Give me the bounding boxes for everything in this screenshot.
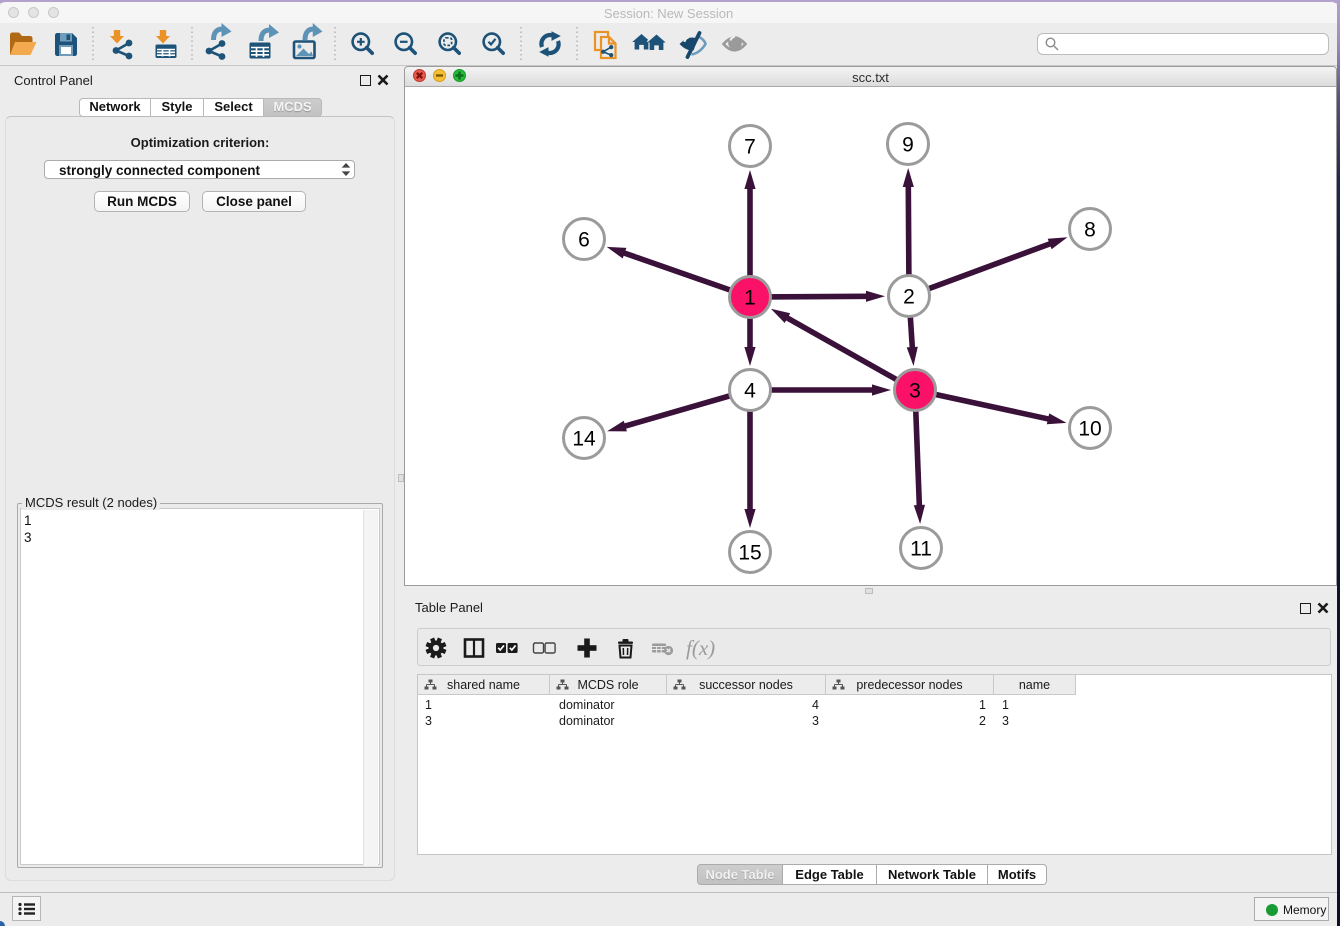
svg-text:7: 7 xyxy=(744,136,756,159)
svg-text:9: 9 xyxy=(902,134,914,157)
svg-text:8: 8 xyxy=(1084,219,1096,242)
svg-text:10: 10 xyxy=(1078,418,1101,441)
svg-text:15: 15 xyxy=(738,542,761,565)
svg-text:1: 1 xyxy=(744,287,756,310)
svg-text:6: 6 xyxy=(578,229,590,252)
svg-text:f(x): f(x) xyxy=(686,636,715,660)
svg-text:2: 2 xyxy=(903,286,915,309)
svg-text:3: 3 xyxy=(909,380,921,403)
svg-text:11: 11 xyxy=(910,538,932,561)
svg-text:14: 14 xyxy=(572,428,596,451)
svg-text:4: 4 xyxy=(744,380,756,403)
